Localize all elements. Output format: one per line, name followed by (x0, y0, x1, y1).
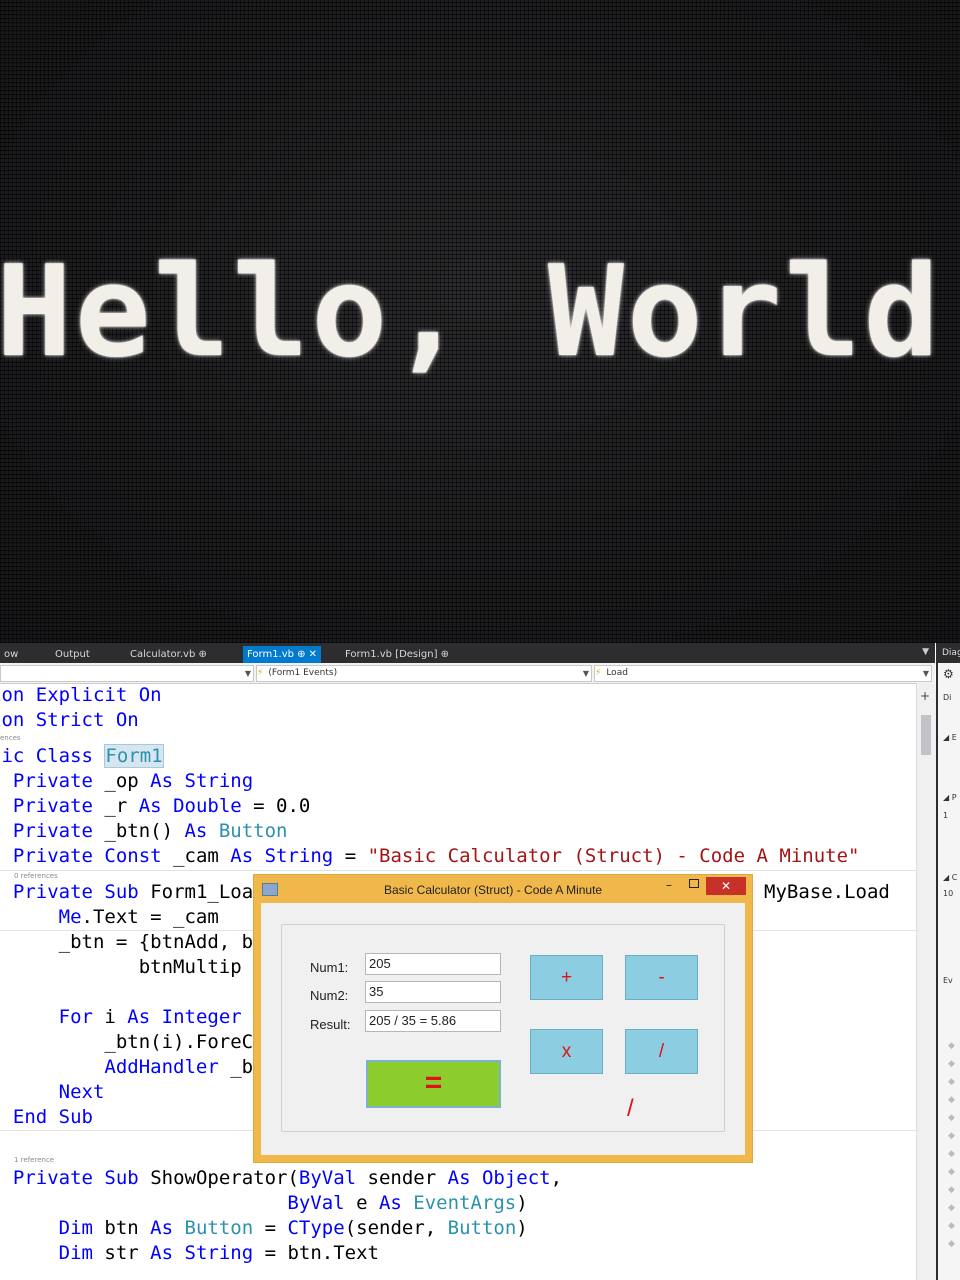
event-marker-icon: ◆ (948, 1239, 955, 1249)
diag-section-cpu[interactable]: ◢ C (943, 873, 957, 882)
calculator-title-bar[interactable]: Basic Calculator (Struct) - Code A Minut… (254, 875, 752, 903)
event-marker-icon: ◆ (948, 1095, 955, 1105)
gear-icon[interactable]: ⚙ (943, 667, 954, 681)
navigation-bar: ▼ ⚡ (Form1 Events) ▼ ⚡ Load ▼ (0, 663, 935, 684)
chevron-down-icon[interactable]: ▼ (922, 647, 929, 657)
diag-section-process[interactable]: ◢ P (943, 793, 957, 802)
diagnostics-panel-title: Diag (938, 643, 960, 663)
diag-value: 10 (943, 889, 954, 898)
code-line: ByVal e As EventArgs) (287, 1192, 528, 1214)
code-line: Private Sub ShowOperator(ByVal sender As… (12, 1167, 563, 1189)
app-icon (262, 883, 278, 896)
code-line: Dim btn As Button = CType(sender, Button… (58, 1217, 528, 1239)
num2-label: Num2: (310, 988, 349, 1003)
member-dropdown-label: Load (606, 668, 628, 678)
code-line: AddHandler _b (104, 1056, 254, 1078)
equals-button[interactable]: = (366, 1060, 501, 1108)
minimize-button[interactable]: – (666, 878, 672, 892)
event-marker-icon: ◆ (948, 1221, 955, 1231)
event-marker-icon: ◆ (948, 1149, 955, 1159)
add-button[interactable]: + (530, 955, 603, 1000)
num1-label: Num1: (310, 960, 349, 975)
subtract-button[interactable]: - (625, 955, 698, 1000)
diag-value: 1 (943, 811, 949, 820)
code-line: Private Sub Form1_Loa (12, 881, 254, 903)
code-line: _btn = {btnAdd, b (0, 931, 254, 953)
event-marker-icon: ◆ (948, 1185, 955, 1195)
code-line: Private _r As Double = 0.0 (12, 795, 311, 817)
code-line: Me.Text = _cam (58, 906, 219, 928)
code-line-tail: MyBase.Load (764, 881, 890, 903)
chevron-down-icon: ▼ (922, 669, 929, 678)
diagnostics-panel: Diag ⚙ Di ◢ E ◢ P 1 ◢ C 10 Ev ◆ ◆ ◆ ◆ ◆ … (936, 643, 960, 1280)
tab-calculator-vb[interactable]: Calculator.vb ⊕ (126, 646, 211, 663)
method-separator (0, 870, 916, 871)
code-line: Next (58, 1081, 105, 1103)
code-line: lic Class Form1 (0, 744, 164, 768)
document-tab-strip: ow Output Calculator.vb ⊕ Form1.vb ⊕ ✕ Fo… (0, 643, 935, 663)
codelens-references[interactable]: 0 references (14, 872, 58, 880)
diag-events-tab[interactable]: Ev (943, 976, 953, 985)
scrollbar-thumb[interactable] (921, 715, 931, 755)
code-line: For i As Integer (58, 1006, 242, 1028)
event-marker-icon: ◆ (948, 1113, 955, 1123)
lightning-icon: ⚡ (595, 668, 602, 678)
code-line: Private _op As String (12, 770, 254, 792)
code-line: ion Explicit On (0, 684, 162, 706)
code-line: Private _btn() As Button (12, 820, 288, 842)
result-field[interactable]: 205 / 35 = 5.86 (365, 1010, 501, 1032)
diag-tab[interactable]: Di (943, 693, 951, 702)
terminal-photo: Hello, World (0, 0, 960, 643)
hello-world-text: Hello, World (0, 238, 943, 385)
member-dropdown[interactable]: ⚡ Load ▼ (594, 665, 932, 682)
project-dropdown[interactable]: ▼ (0, 665, 254, 682)
num2-input[interactable]: 35 (365, 981, 501, 1003)
codelens-references[interactable]: ences (0, 734, 21, 742)
split-icon[interactable]: + (920, 689, 930, 703)
tab-form1-vb-label: Form1.vb ⊕ (247, 649, 306, 660)
diag-section-events[interactable]: ◢ E (943, 733, 957, 742)
tab-form1-vb[interactable]: Form1.vb ⊕ ✕ (243, 646, 321, 663)
result-label: Result: (310, 1017, 351, 1032)
editor-scrollbar[interactable]: + (916, 683, 936, 1280)
code-line: Dim str As String = btn.Text (58, 1242, 379, 1264)
code-line: _btn(i).ForeC (0, 1031, 254, 1053)
maximize-button[interactable] (689, 879, 699, 888)
event-marker-icon: ◆ (948, 1131, 955, 1141)
lightning-icon: ⚡ (257, 668, 264, 678)
calculator-title: Basic Calculator (Struct) - Code A Minut… (384, 883, 603, 897)
close-button[interactable]: ✕ (706, 877, 746, 895)
event-marker-icon: ◆ (948, 1059, 955, 1069)
chevron-down-icon: ▼ (582, 669, 589, 678)
code-line: btnMultip (0, 956, 242, 978)
tab-output[interactable]: Output (51, 646, 94, 663)
code-line: End Sub (12, 1106, 93, 1128)
code-line: Private Const _cam As String = "Basic Ca… (12, 845, 860, 867)
calculator-client-area: Num1: 205 Num2: 35 Result: 205 / 35 = 5.… (261, 903, 745, 1155)
event-marker-icon: ◆ (948, 1077, 955, 1087)
event-marker-icon: ◆ (948, 1041, 955, 1051)
code-line: ion Strict On (0, 709, 139, 731)
close-icon[interactable]: ✕ (309, 649, 317, 660)
multiply-button[interactable]: x (530, 1029, 603, 1074)
codelens-references[interactable]: 1 reference (14, 1156, 54, 1164)
tab-form1-design[interactable]: Form1.vb [Design] ⊕ (341, 646, 453, 663)
event-marker-icon: ◆ (948, 1203, 955, 1213)
event-marker-icon: ◆ (948, 1167, 955, 1177)
num1-input[interactable]: 205 (365, 953, 501, 975)
events-dropdown[interactable]: ⚡ (Form1 Events) ▼ (256, 665, 592, 682)
operator-display: / (627, 1095, 634, 1122)
events-dropdown-label: (Form1 Events) (268, 668, 338, 678)
divide-button[interactable]: / (625, 1029, 698, 1074)
tab-window[interactable]: ow (0, 646, 22, 663)
calculator-window: Basic Calculator (Struct) - Code A Minut… (253, 874, 753, 1163)
chevron-down-icon: ▼ (244, 669, 251, 678)
